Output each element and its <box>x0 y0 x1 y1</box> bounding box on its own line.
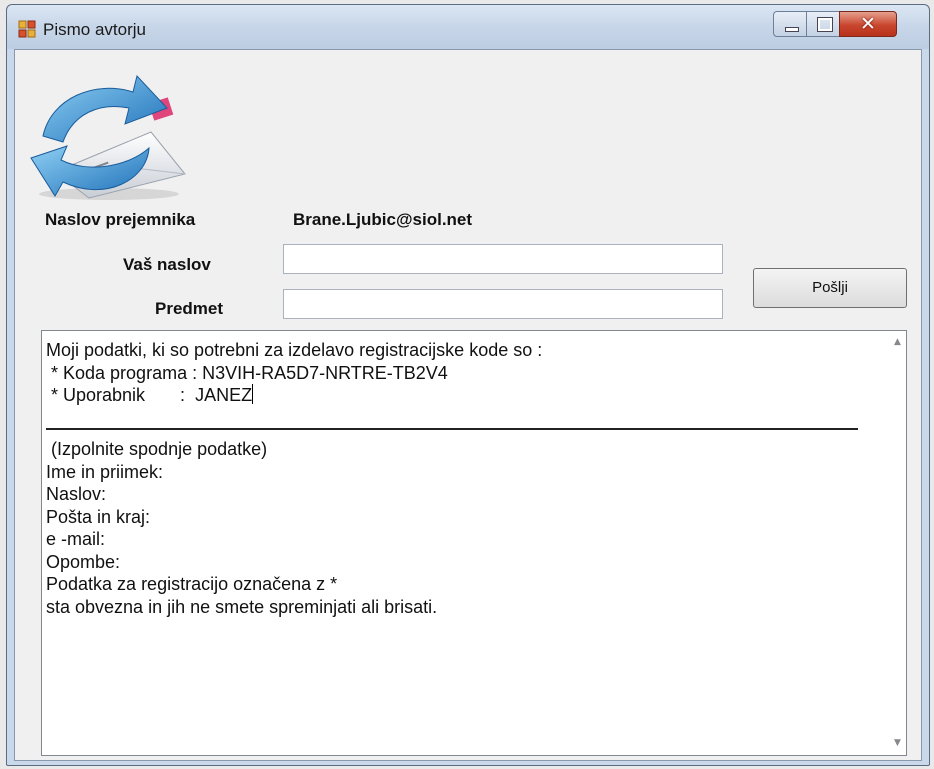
vertical-scrollbar[interactable]: ▲ ▼ <box>889 331 906 755</box>
subject-label: Predmet <box>155 299 224 318</box>
maximize-button[interactable] <box>806 11 840 37</box>
message-line: * Uporabnik : JANEZ <box>46 384 866 407</box>
scroll-down-icon[interactable]: ▼ <box>889 735 906 752</box>
title-bar[interactable]: Pismo avtorju ✕ <box>7 5 929 49</box>
email-refresh-icon <box>30 74 186 200</box>
message-line: Naslov: <box>46 484 107 504</box>
message-line: sta obvezna in jih ne smete spreminjati … <box>46 596 438 617</box>
message-upper-block: Moji podatki, ki so potrebni za izdelavo… <box>46 339 866 407</box>
message-lower-block: (Izpolnite spodnje podatke) Ime in priim… <box>46 438 866 618</box>
recipient-email: Brane.Ljubic@siol.net <box>293 210 473 229</box>
message-line: Pošta in kraj: <box>46 506 151 527</box>
minimize-icon <box>785 27 799 32</box>
message-textarea[interactable]: Moji podatki, ki so potrebni za izdelavo… <box>41 330 907 756</box>
recipient-label: Naslov prejemnika <box>45 210 196 229</box>
message-line: Ime in priimek: <box>46 461 164 482</box>
close-icon: ✕ <box>860 13 876 35</box>
message-line: Opombe: <box>46 551 121 572</box>
subject-input[interactable] <box>283 289 723 319</box>
your-address-label: Vaš naslov <box>123 255 211 274</box>
window-title: Pismo avtorju <box>43 20 146 39</box>
minimize-button[interactable] <box>773 11 807 37</box>
pismo-avtorju-window: Pismo avtorju ✕ Naslov prejemnika Brane.… <box>6 4 930 766</box>
message-line: Podatka za registracijo označena z * <box>46 574 338 594</box>
your-address-input[interactable] <box>283 244 723 274</box>
dialog-client-area: Naslov prejemnika Brane.Ljubic@siol.net … <box>14 49 922 761</box>
message-line: Moji podatki, ki so potrebni za izdelavo… <box>46 340 543 360</box>
message-line: (Izpolnite spodnje podatke) <box>46 439 268 459</box>
text-caret <box>252 384 254 404</box>
separator-line <box>46 428 858 430</box>
close-button[interactable]: ✕ <box>839 11 897 37</box>
app-icon <box>18 20 36 38</box>
user-line-text: * Uporabnik : JANEZ <box>46 385 253 405</box>
message-line: e -mail: <box>46 529 106 549</box>
message-line: * Koda programa : N3VIH-RA5D7-NRTRE-TB2V… <box>46 362 448 383</box>
maximize-icon <box>817 17 833 32</box>
scroll-up-icon[interactable]: ▲ <box>889 334 906 351</box>
send-button[interactable]: Pošlji <box>753 268 907 308</box>
